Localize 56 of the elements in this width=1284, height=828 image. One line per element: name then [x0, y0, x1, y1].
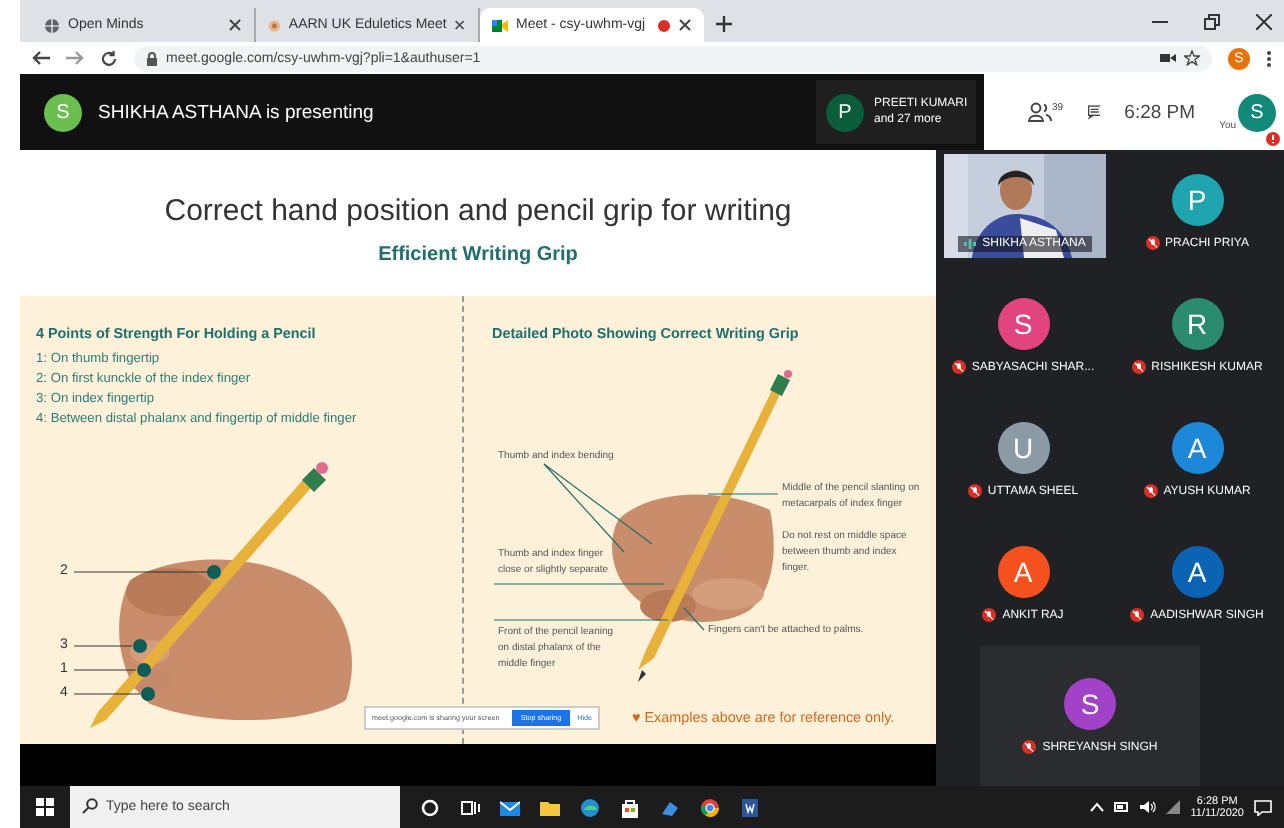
lock-icon: [146, 51, 158, 65]
folder-icon[interactable]: [540, 797, 560, 817]
people-count: 39: [1052, 102, 1064, 114]
leader-line: [707, 493, 779, 495]
windows-logo-icon[interactable]: [36, 798, 54, 816]
back-icon[interactable]: [32, 50, 50, 66]
circle-icon[interactable]: [420, 797, 440, 817]
avatar: S: [997, 298, 1049, 350]
slide-subtitle: Efficient Writing Grip: [378, 243, 578, 265]
slide-title: Correct hand position and pencil grip for writing: [164, 193, 792, 227]
envelope-icon[interactable]: [500, 797, 520, 817]
leader-line: [683, 607, 705, 631]
document-icon[interactable]: [740, 797, 760, 817]
network-icon[interactable]: [1166, 800, 1181, 814]
notification-icon[interactable]: [1254, 799, 1272, 815]
leader-line: [73, 669, 137, 671]
close-icon[interactable]: [228, 18, 242, 32]
avatar: A: [1171, 422, 1223, 474]
menu-icon[interactable]: [1266, 49, 1272, 67]
star-icon[interactable]: [1184, 50, 1200, 66]
avatar: R: [1171, 298, 1223, 350]
task-view-icon[interactable]: [460, 797, 480, 817]
avatar: A: [997, 546, 1049, 598]
leader-line: [73, 693, 141, 695]
bag-icon[interactable]: [620, 797, 640, 817]
close-icon[interactable]: [1256, 13, 1272, 29]
avatar: P: [1171, 174, 1223, 226]
plus-icon[interactable]: [716, 16, 732, 32]
leader-line: [543, 463, 653, 545]
meeting-time: 6:28 PM: [1124, 101, 1196, 123]
forward-icon[interactable]: [66, 50, 84, 66]
volume-icon[interactable]: [1140, 800, 1157, 814]
close-icon[interactable]: [454, 18, 466, 32]
globe-icon[interactable]: [580, 797, 600, 817]
avatar: S: [1064, 678, 1116, 730]
avatar: P: [826, 93, 864, 131]
globe-icon: [44, 17, 60, 33]
avatar: U: [997, 422, 1049, 474]
restore-icon[interactable]: [1204, 13, 1220, 29]
leader-line: [73, 645, 133, 647]
flower-icon: [268, 17, 281, 33]
camera-icon[interactable]: [1160, 52, 1176, 64]
presenting-label: SHIKHA ASTHANA is presenting: [98, 101, 376, 123]
camera-icon: [492, 17, 508, 33]
chrome-icon[interactable]: [700, 797, 720, 817]
chevron-up-icon[interactable]: [1090, 802, 1105, 812]
chat-icon[interactable]: [1087, 102, 1101, 122]
avatar[interactable]: S: [1238, 93, 1276, 131]
avatar: A: [1171, 546, 1223, 598]
people-icon[interactable]: [1028, 102, 1052, 122]
battery-icon[interactable]: [1114, 802, 1131, 812]
reload-icon[interactable]: [100, 49, 118, 67]
leader-line: [73, 571, 211, 573]
app-icon[interactable]: [660, 797, 680, 817]
avatar: S: [44, 93, 82, 131]
close-icon[interactable]: [678, 18, 692, 32]
